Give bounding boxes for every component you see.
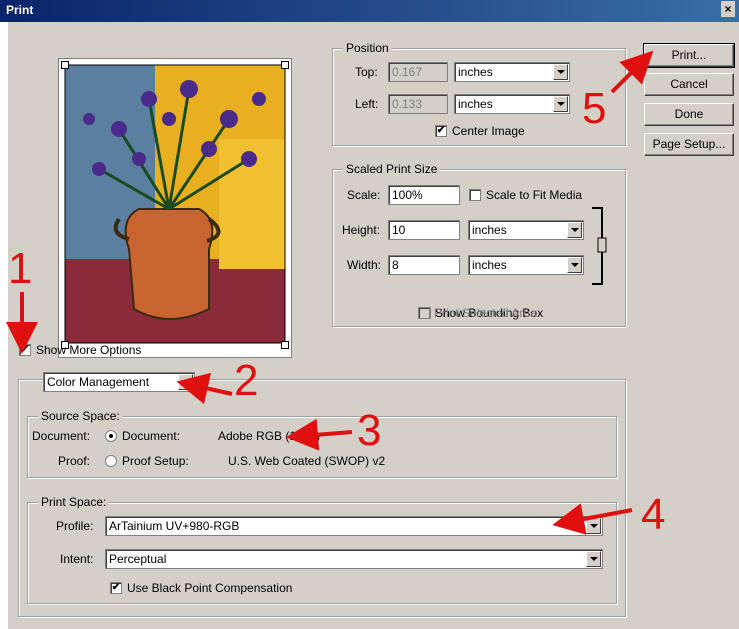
document-option-label: Document:	[122, 429, 181, 443]
intent-label: Intent:	[60, 552, 94, 566]
left-unit-value: inches	[458, 97, 493, 111]
scale-input[interactable]: 100%	[388, 185, 460, 205]
bbox-handle[interactable]	[281, 61, 289, 69]
show-more-options-label: Show More Options	[36, 343, 142, 357]
position-legend: Position	[343, 41, 392, 55]
source-space-group: Source Space: Document: Document: Adobe …	[27, 409, 617, 478]
chevron-down-icon[interactable]	[567, 222, 582, 238]
left-unit-select[interactable]: inches	[454, 94, 570, 114]
print-button[interactable]: Print...	[643, 43, 735, 68]
left-label: Left:	[355, 97, 379, 111]
done-button[interactable]: Done	[644, 103, 734, 126]
annotation-4: 4	[641, 490, 666, 539]
black-point-checkbox[interactable]: ✔	[110, 582, 122, 594]
top-input[interactable]: 0.167	[388, 62, 448, 82]
print-selected-checkbox	[418, 307, 430, 319]
window-title: Print	[6, 3, 34, 17]
link-bracket-icon[interactable]	[590, 206, 612, 286]
top-unit-select[interactable]: inches	[454, 62, 570, 82]
document-label: Document:	[32, 429, 91, 443]
proof-profile: U.S. Web Coated (SWOP) v2	[228, 454, 386, 468]
intent-value: Perceptual	[109, 552, 167, 566]
color-management-group: Color Management Source Space: Document:…	[18, 372, 626, 617]
width-unit-select[interactable]: inches	[468, 255, 584, 275]
close-icon[interactable]: ×	[721, 1, 735, 17]
print-dialog: Position Top: 0.167 inches Left: 0.133 i…	[8, 22, 739, 629]
profile-label: Profile:	[56, 519, 94, 533]
painting-thumbnail	[64, 64, 286, 344]
scale-fit-checkbox[interactable]	[469, 189, 481, 201]
annotation-1: 1	[8, 244, 33, 293]
height-unit-select[interactable]: inches	[468, 220, 584, 240]
left-input[interactable]: 0.133	[388, 94, 448, 114]
height-label: Height:	[342, 223, 381, 237]
title-bar: Print ×	[0, 0, 739, 22]
profile-value: ArTainium UV+980-RGB	[109, 519, 240, 533]
print-space-group: Print Space: Profile: ArTainium UV+980-R…	[27, 495, 617, 604]
show-more-options-checkbox[interactable]: ✔	[19, 344, 31, 356]
proof-radio[interactable]	[105, 455, 117, 467]
profile-select[interactable]: ArTainium UV+980-RGB	[105, 516, 603, 536]
height-unit-value: inches	[472, 223, 507, 237]
chevron-down-icon[interactable]	[178, 374, 193, 390]
annotation-3: 3	[357, 406, 382, 455]
bbox-handle[interactable]	[281, 341, 289, 349]
scale-fit-label: Scale to Fit Media	[486, 188, 583, 202]
annotation-2: 2	[234, 356, 259, 405]
proof-option-label: Proof Setup:	[122, 454, 189, 468]
page-setup-button[interactable]: Page Setup...	[644, 133, 734, 156]
scaled-legend: Scaled Print Size	[343, 162, 441, 176]
print-selected-label: Print Selected Area	[434, 306, 537, 320]
chevron-down-icon[interactable]	[553, 64, 568, 80]
chevron-down-icon[interactable]	[553, 96, 568, 112]
source-space-legend: Source Space:	[38, 409, 123, 423]
center-image-label: Center Image	[452, 124, 525, 138]
print-space-legend: Print Space:	[38, 495, 110, 509]
height-input[interactable]: 10	[388, 220, 460, 240]
chevron-down-icon[interactable]	[567, 257, 582, 273]
chevron-down-icon[interactable]	[586, 551, 601, 567]
chevron-down-icon[interactable]	[586, 518, 601, 534]
options-type-value: Color Management	[47, 375, 150, 389]
center-image-checkbox[interactable]: ✔	[435, 125, 447, 137]
options-type-select[interactable]: Color Management	[43, 372, 195, 392]
bbox-handle[interactable]	[61, 61, 69, 69]
top-label: Top:	[355, 65, 378, 79]
scale-label: Scale:	[347, 188, 381, 202]
annotation-5: 5	[582, 84, 607, 133]
width-unit-value: inches	[472, 258, 507, 272]
intent-select[interactable]: Perceptual	[105, 549, 603, 569]
document-radio[interactable]	[105, 430, 117, 442]
width-input[interactable]: 8	[388, 255, 460, 275]
cancel-button[interactable]: Cancel	[644, 73, 734, 96]
proof-label: Proof:	[58, 454, 91, 468]
scaled-print-size-group: Scaled Print Size Scale: 100% Scale to F…	[332, 162, 626, 327]
document-profile: Adobe RGB (1998)	[218, 429, 321, 443]
image-preview	[58, 58, 292, 358]
width-label: Width:	[347, 258, 382, 272]
black-point-label: Use Black Point Compensation	[127, 581, 293, 595]
top-unit-value: inches	[458, 65, 493, 79]
